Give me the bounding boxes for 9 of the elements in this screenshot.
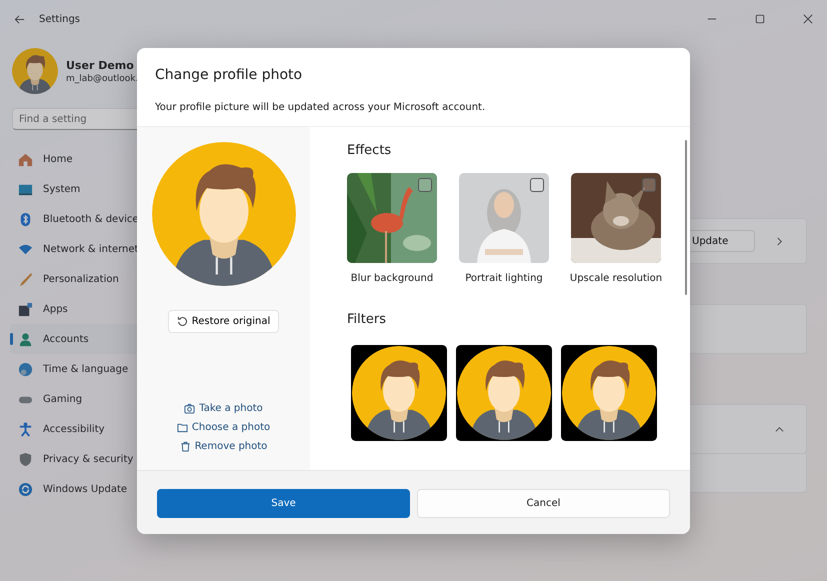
section-heading: Filters xyxy=(347,312,386,327)
effect-label: Upscale resolution xyxy=(570,273,662,284)
window-title: Settings xyxy=(39,14,80,24)
user-email: m_lab@outlook. xyxy=(66,74,138,84)
effect-label: Portrait lighting xyxy=(465,273,543,284)
effect-label: Blur background xyxy=(350,273,434,284)
dialog-title: Change profile photo xyxy=(155,67,304,83)
section-heading: Effects xyxy=(347,143,392,158)
user-name: User Demo xyxy=(66,58,135,72)
